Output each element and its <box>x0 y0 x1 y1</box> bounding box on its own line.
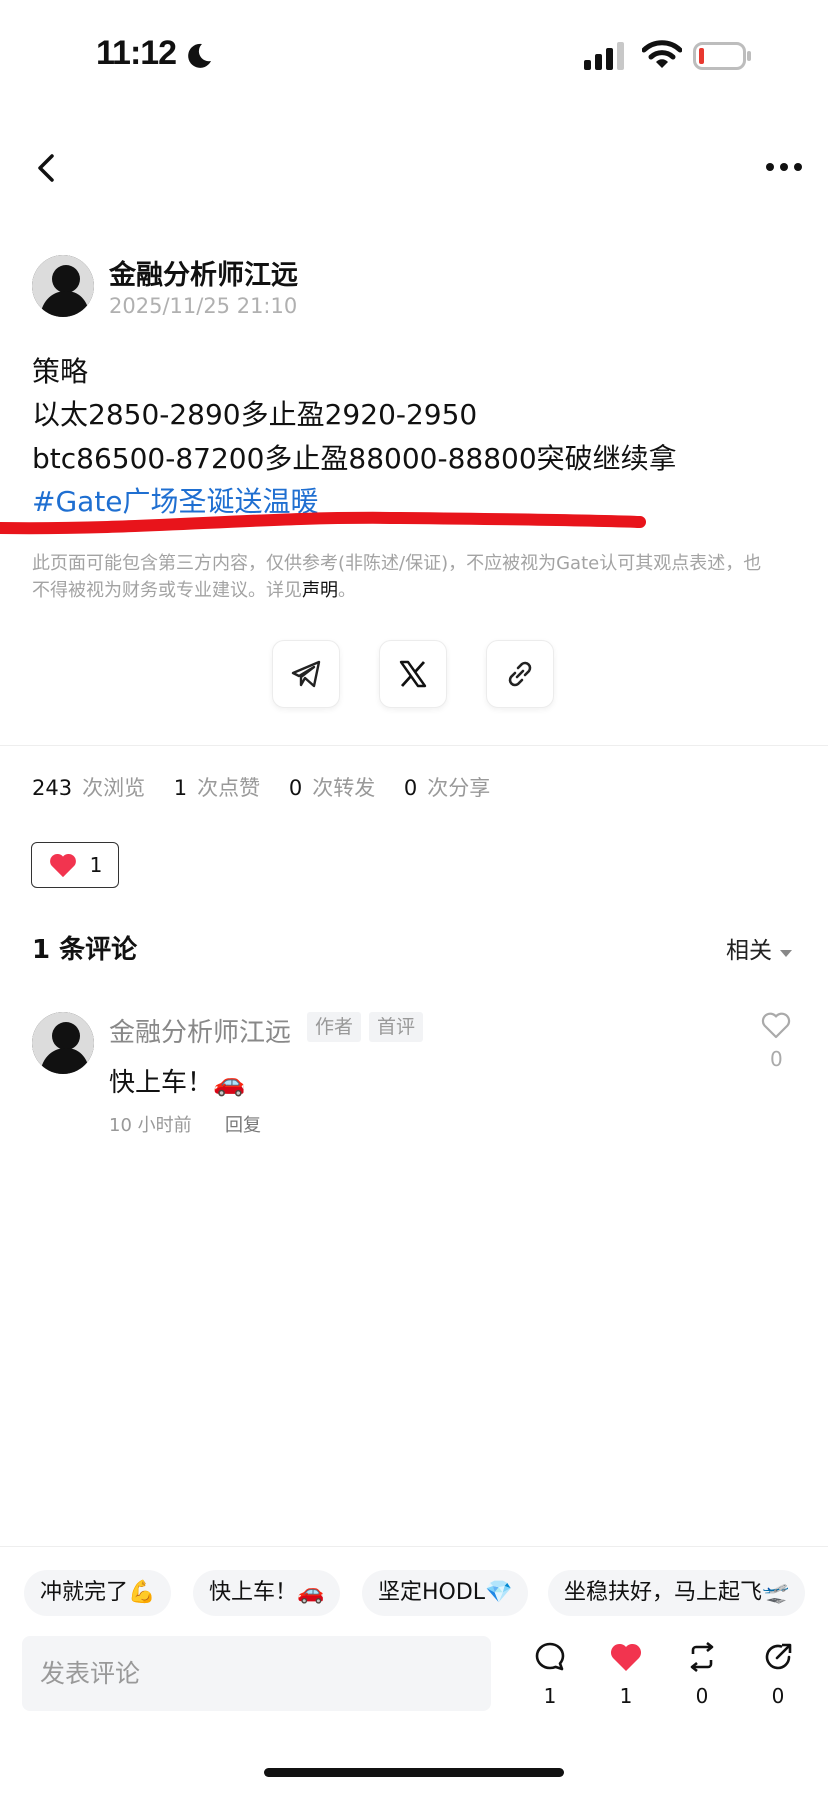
comment-like-count: 0 <box>770 1047 783 1071</box>
comment-input[interactable] <box>22 1636 491 1711</box>
repost-icon <box>690 1641 714 1673</box>
copy-link-button[interactable] <box>486 640 554 708</box>
back-icon[interactable] <box>34 150 58 186</box>
repost-action-button[interactable]: 0 <box>677 1640 727 1708</box>
telegram-icon <box>291 660 321 688</box>
disclaimer-link[interactable]: 声明 <box>302 580 338 601</box>
comment-sort-dropdown[interactable]: 相关 <box>726 931 793 965</box>
author-name[interactable]: 金融分析师江远 <box>109 253 298 292</box>
quick-reply-chip[interactable]: 坐稳扶好，马上起飞🛫 <box>548 1570 806 1616</box>
share-x-button[interactable] <box>379 640 447 708</box>
comment-time: 10 小时前 <box>109 1115 192 1136</box>
x-icon <box>399 660 427 688</box>
quick-reply-chip[interactable]: 坚定HODL💎 <box>362 1570 529 1616</box>
comment-like-icon[interactable] <box>760 1010 792 1040</box>
red-annotation-underline <box>0 511 646 535</box>
comments-title: 1 条评论 <box>32 935 138 965</box>
commenter-avatar[interactable] <box>32 1012 94 1074</box>
author-tag: 作者 <box>307 1012 362 1042</box>
comment-reply-button[interactable]: 回复 <box>225 1111 261 1137</box>
comment-icon <box>535 1642 565 1671</box>
post-timestamp: 2025/11/25 21:10 <box>109 294 298 318</box>
bottom-divider <box>0 1546 828 1547</box>
quick-reply-chip[interactable]: 快上车！🚗 <box>193 1570 341 1616</box>
moon-icon <box>188 43 211 68</box>
wifi-icon <box>642 40 682 68</box>
link-icon <box>508 661 532 687</box>
post-text-line: 以太2850-2890多止盈2920-2950 <box>32 398 478 431</box>
status-time: 11:12 <box>96 34 177 72</box>
battery-icon <box>693 42 751 70</box>
share-telegram-button[interactable] <box>272 640 340 708</box>
heart-reaction-button[interactable]: 1 <box>31 842 119 888</box>
section-divider <box>0 745 828 746</box>
post-stats: 243 次浏览 1 次点赞 0 次转发 0 次分享 <box>32 776 491 800</box>
post-text-line: btc86500-87200多止盈88000-88800突破继续拿 <box>32 442 677 475</box>
comment-text: 快上车！🚗 <box>109 1068 246 1098</box>
first-comment-tag: 首评 <box>369 1012 424 1042</box>
like-action-button[interactable]: 1 <box>601 1640 651 1708</box>
commenter-name[interactable]: 金融分析师江远 <box>109 1012 291 1049</box>
post-text-line: 策略 <box>32 355 89 388</box>
author-avatar[interactable] <box>32 255 94 317</box>
heart-icon <box>49 853 76 878</box>
heart-icon <box>610 1643 642 1671</box>
chevron-down-icon <box>780 950 793 957</box>
more-icon[interactable] <box>764 160 804 174</box>
reaction-count: 1 <box>89 853 103 877</box>
share-action-button[interactable]: 0 <box>753 1640 803 1708</box>
disclaimer-text: 此页面可能包含第三方内容，仅供参考(非陈述/保证)，不应被视为Gate认可其观点… <box>32 553 762 601</box>
quick-reply-chip[interactable]: 冲就完了💪 <box>24 1570 172 1616</box>
share-icon <box>765 1643 792 1670</box>
signal-icon <box>584 42 624 70</box>
comment-action-button[interactable]: 1 <box>525 1640 575 1708</box>
home-indicator <box>264 1768 564 1777</box>
